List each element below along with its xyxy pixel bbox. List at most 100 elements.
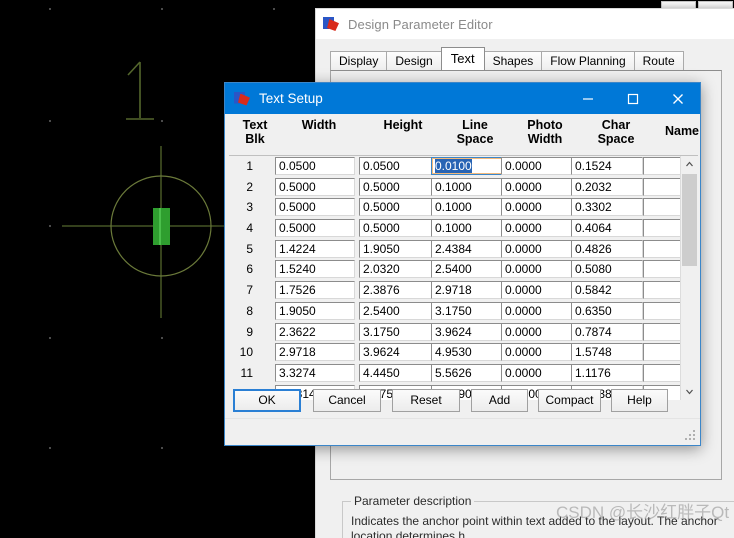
cell-height-row-7[interactable]: 2.3876: [359, 281, 439, 300]
cell-char-space-row-11[interactable]: 1.1176: [571, 363, 643, 382]
maximize-icon[interactable]: [610, 83, 655, 114]
cell-width-row-4[interactable]: 0.5000: [275, 219, 355, 238]
app-logo-icon: [323, 16, 340, 32]
cell-photo-width-row-3[interactable]: 0.0000: [501, 198, 573, 217]
ok-button[interactable]: OK: [233, 389, 301, 412]
text-setup-dialog: Text Setup Text Blk Width Height Line Spa: [224, 82, 701, 446]
cell-line-space-row-6[interactable]: 2.5400: [431, 260, 503, 279]
cell-width-row-7[interactable]: 1.7526: [275, 281, 355, 300]
cell-line-space-row-5[interactable]: 2.4384: [431, 239, 503, 258]
cell-height-row-1[interactable]: 0.0500: [359, 157, 439, 175]
cell-photo-width-row-11[interactable]: 0.0000: [501, 363, 573, 382]
tab-bar: Display Design Text Shapes Flow Planning…: [330, 47, 734, 70]
table-row[interactable]: 1 0.0500 0.0500 0.0100 0.0000 0.1524: [229, 156, 698, 177]
cell-width-row-10[interactable]: 2.9718: [275, 343, 355, 362]
cell-width-row-11[interactable]: 3.3274: [275, 363, 355, 382]
cell-line-space-row-7[interactable]: 2.9718: [431, 281, 503, 300]
tab-display[interactable]: Display: [330, 51, 388, 70]
cell-height-row-8[interactable]: 2.5400: [359, 301, 439, 320]
cell-line-space-row-9[interactable]: 3.9624: [431, 322, 503, 341]
cell-line-space-row-3[interactable]: 0.1000: [431, 198, 503, 217]
tab-design[interactable]: Design: [386, 51, 442, 70]
cell-char-space-row-4[interactable]: 0.4064: [571, 219, 643, 238]
column-header-row: Text Blk Width Height Line Space Photo Widt…: [225, 114, 700, 155]
row-number: 8: [246, 303, 253, 318]
cell-height-row-5[interactable]: 1.9050: [359, 239, 439, 258]
table-row[interactable]: 11 3.3274 4.4450 5.5626 0.0000 1.1176: [229, 363, 698, 384]
table-row[interactable]: 2 0.5000 0.5000 0.1000 0.0000 0.2032: [229, 177, 698, 198]
table-row[interactable]: 5 1.4224 1.9050 2.4384 0.0000 0.4826: [229, 239, 698, 260]
cell-line-space-row-8[interactable]: 3.1750: [431, 301, 503, 320]
cell-width-row-2[interactable]: 0.5000: [275, 177, 355, 196]
cell-width-row-8[interactable]: 1.9050: [275, 301, 355, 320]
parameter-description-legend: Parameter description: [351, 494, 475, 508]
minimize-icon[interactable]: [565, 83, 610, 114]
cell-line-space-row-1[interactable]: 0.0100: [431, 157, 503, 175]
dialog-statusbar: [225, 418, 700, 445]
cell-char-space-row-10[interactable]: 1.5748: [571, 343, 643, 362]
cell-char-space-row-6[interactable]: 0.5080: [571, 260, 643, 279]
cell-height-row-4[interactable]: 0.5000: [359, 219, 439, 238]
table-row[interactable]: 7 1.7526 2.3876 2.9718 0.0000 0.5842: [229, 280, 698, 301]
table-row[interactable]: 10 2.9718 3.9624 4.9530 0.0000 1.5748: [229, 342, 698, 363]
add-button[interactable]: Add: [471, 389, 528, 412]
cell-photo-width-row-4[interactable]: 0.0000: [501, 219, 573, 238]
chevron-up-icon[interactable]: [681, 156, 698, 173]
cell-line-space-row-10[interactable]: 4.9530: [431, 343, 503, 362]
cell-line-space-row-2[interactable]: 0.1000: [431, 177, 503, 196]
cell-char-space-row-1[interactable]: 0.1524: [571, 157, 643, 175]
cell-photo-width-row-5[interactable]: 0.0000: [501, 239, 573, 258]
table-row[interactable]: 4 0.5000 0.5000 0.1000 0.0000 0.4064: [229, 218, 698, 239]
grid-vertical-scrollbar[interactable]: [680, 156, 698, 400]
help-button[interactable]: Help: [611, 389, 668, 412]
scrollbar-thumb[interactable]: [682, 174, 697, 266]
cell-photo-width-row-8[interactable]: 0.0000: [501, 301, 573, 320]
tab-flow-planning[interactable]: Flow Planning: [541, 51, 635, 70]
tab-route[interactable]: Route: [633, 51, 684, 70]
cell-height-row-2[interactable]: 0.5000: [359, 177, 439, 196]
cell-char-space-row-7[interactable]: 0.5842: [571, 281, 643, 300]
cell-width-row-3[interactable]: 0.5000: [275, 198, 355, 217]
cell-width-row-5[interactable]: 1.4224: [275, 239, 355, 258]
cell-width-row-1[interactable]: 0.0500: [275, 157, 355, 175]
parent-titlebar[interactable]: Design Parameter Editor: [316, 9, 734, 39]
text-block-grid[interactable]: 1 0.0500 0.0500 0.0100 0.0000 0.1524 2 0.5000 0.…: [229, 155, 698, 400]
cell-width-row-6[interactable]: 1.5240: [275, 260, 355, 279]
cell-line-space-row-11[interactable]: 5.5626: [431, 363, 503, 382]
cell-photo-width-row-1[interactable]: 0.0000: [501, 157, 573, 175]
row-number: 2: [246, 179, 253, 194]
table-row[interactable]: 6 1.5240 2.0320 2.5400 0.0000 0.5080: [229, 259, 698, 280]
cell-photo-width-row-2[interactable]: 0.0000: [501, 177, 573, 196]
cell-height-row-10[interactable]: 3.9624: [359, 343, 439, 362]
text-setup-title: Text Setup: [259, 91, 323, 106]
resize-grip[interactable]: [685, 430, 697, 442]
reset-button[interactable]: Reset: [392, 389, 460, 412]
cell-height-row-11[interactable]: 4.4450: [359, 363, 439, 382]
cell-line-space-row-4[interactable]: 0.1000: [431, 219, 503, 238]
cell-height-row-3[interactable]: 0.5000: [359, 198, 439, 217]
cell-photo-width-row-6[interactable]: 0.0000: [501, 260, 573, 279]
cell-height-row-6[interactable]: 2.0320: [359, 260, 439, 279]
tab-text[interactable]: Text: [440, 47, 485, 70]
cancel-button[interactable]: Cancel: [313, 389, 381, 412]
close-icon[interactable]: [655, 83, 700, 114]
cell-photo-width-row-9[interactable]: 0.0000: [501, 322, 573, 341]
text-setup-titlebar[interactable]: Text Setup: [225, 83, 700, 114]
selected-text: 0.0100: [435, 159, 472, 173]
cell-char-space-row-9[interactable]: 0.7874: [571, 322, 643, 341]
table-row[interactable]: 9 2.3622 3.1750 3.9624 0.0000 0.7874: [229, 322, 698, 343]
parameter-description-line1: Indicates the anchor point within text a…: [351, 514, 718, 538]
compact-button[interactable]: Compact: [538, 389, 601, 412]
cell-photo-width-row-10[interactable]: 0.0000: [501, 343, 573, 362]
cell-photo-width-row-7[interactable]: 0.0000: [501, 281, 573, 300]
table-row[interactable]: 8 1.9050 2.5400 3.1750 0.0000 0.6350: [229, 301, 698, 322]
cell-char-space-row-8[interactable]: 0.6350: [571, 301, 643, 320]
cell-char-space-row-3[interactable]: 0.3302: [571, 198, 643, 217]
cell-char-space-row-5[interactable]: 0.4826: [571, 239, 643, 258]
tab-shapes[interactable]: Shapes: [483, 51, 543, 70]
cell-height-row-9[interactable]: 3.1750: [359, 322, 439, 341]
table-row[interactable]: 3 0.5000 0.5000 0.1000 0.0000 0.3302: [229, 197, 698, 218]
row-number: 3: [246, 200, 253, 215]
cell-width-row-9[interactable]: 2.3622: [275, 322, 355, 341]
cell-char-space-row-2[interactable]: 0.2032: [571, 177, 643, 196]
